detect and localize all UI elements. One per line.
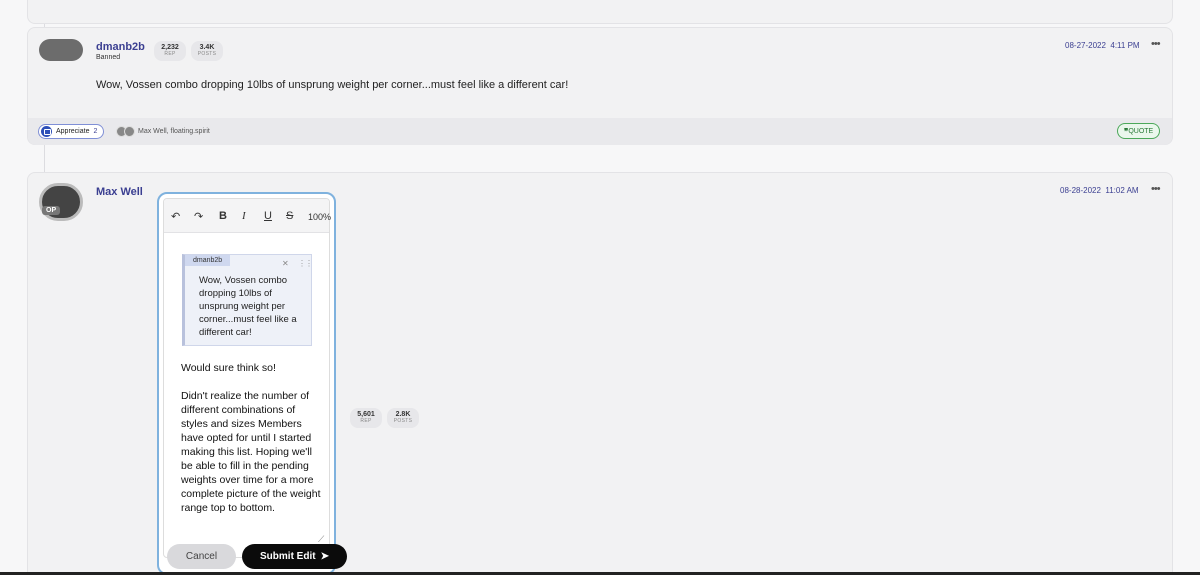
editor-box: ↶ ↷ B I U S 100% dmanb2b ✕ ⋮⋮ Wow, Vosse… xyxy=(163,198,331,558)
cancel-button[interactable]: Cancel xyxy=(167,544,236,569)
quote-button[interactable]: ❞ QUOTE xyxy=(1117,123,1161,139)
avatar xyxy=(124,126,135,137)
posts-value: 3.4K xyxy=(199,44,215,51)
send-icon: ➤ xyxy=(320,551,329,562)
posts-stat: 2.8K POSTS xyxy=(387,408,419,428)
appreciate-icon xyxy=(41,126,52,137)
quote-block[interactable]: dmanb2b ✕ ⋮⋮ Wow, Vossen combo dropping … xyxy=(182,254,313,346)
thread-connector xyxy=(44,145,45,172)
quote-label: QUOTE xyxy=(1128,127,1154,135)
quote-text: Wow, Vossen combo dropping 10lbs of unsp… xyxy=(199,275,297,338)
edit-post-editor: ↶ ↷ B I U S 100% dmanb2b ✕ ⋮⋮ Wow, Vosse… xyxy=(157,192,336,575)
strikethrough-button[interactable]: S xyxy=(286,210,293,222)
rep-value: 2,232 xyxy=(161,44,179,51)
post-date-day: 08-28-2022 xyxy=(1060,186,1101,195)
editor-paragraph: Didn't realize the number of different c… xyxy=(181,390,321,514)
op-badge: OP xyxy=(42,206,61,215)
appreciate-button[interactable]: Appreciate 2 xyxy=(38,124,105,139)
reactor-avatars[interactable] xyxy=(116,126,135,137)
user-role: Banned xyxy=(96,54,121,61)
italic-button[interactable]: I xyxy=(242,210,246,222)
appreciate-count: 2 xyxy=(93,128,98,135)
posts-value: 2.8K xyxy=(395,411,411,418)
submit-label: Submit Edit xyxy=(260,551,316,562)
posts-label: POSTS xyxy=(197,51,217,57)
post-username[interactable]: Max Well xyxy=(96,186,143,198)
previous-post-card xyxy=(27,0,1173,24)
post-date-time: 4:11 PM xyxy=(1110,41,1140,50)
rep-stat: 5,601 REP xyxy=(350,408,382,428)
posts-label: POSTS xyxy=(393,418,413,424)
bold-button[interactable]: B xyxy=(219,210,227,222)
appreciate-label: Appreciate xyxy=(56,128,90,135)
editor-textarea[interactable]: Would sure think so! Didn't realize the … xyxy=(181,361,321,529)
posts-stat: 3.4K POSTS xyxy=(191,41,223,61)
underline-button[interactable]: U xyxy=(264,210,272,222)
rep-label: REP xyxy=(164,51,176,57)
post-date-time: 11:02 AM xyxy=(1105,186,1139,195)
post-date[interactable]: 08-28-2022 11:02 AM xyxy=(1060,186,1139,195)
editor-toolbar: ↶ ↷ B I U S 100% xyxy=(164,199,331,233)
more-options-icon[interactable]: ••• xyxy=(1151,183,1161,195)
undo-icon[interactable]: ↶ xyxy=(171,210,180,223)
post-body: Wow, Vossen combo dropping 10lbs of unsp… xyxy=(96,79,569,91)
post-dmanb2b: dmanb2b Banned 2,232 REP 3.4K POSTS 08-2… xyxy=(27,27,1173,145)
drag-handle-icon[interactable]: ⋮⋮ xyxy=(298,259,313,268)
rep-value: 5,601 xyxy=(357,411,375,418)
quote-author: dmanb2b xyxy=(185,255,231,266)
editor-paragraph: Would sure think so! xyxy=(181,362,276,374)
redo-icon[interactable]: ↷ xyxy=(194,210,203,223)
more-options-icon[interactable]: ••• xyxy=(1151,38,1161,50)
zoom-level[interactable]: 100% xyxy=(308,212,331,222)
rep-label: REP xyxy=(360,418,372,424)
avatar[interactable] xyxy=(39,39,83,61)
reactor-names[interactable]: Max Well, floating.spirit xyxy=(138,128,210,135)
rep-stat: 2,232 REP xyxy=(154,41,186,61)
submit-edit-button[interactable]: Submit Edit ➤ xyxy=(242,544,347,569)
post-date[interactable]: 08-27-2022 4:11 PM xyxy=(1065,41,1140,50)
avatar[interactable] xyxy=(39,183,83,221)
close-icon[interactable]: ✕ xyxy=(282,259,289,268)
post-date-day: 08-27-2022 xyxy=(1065,41,1106,50)
reactions-bar: Appreciate 2 Max Well, floating.spirit ❞… xyxy=(28,118,1172,145)
post-username[interactable]: dmanb2b xyxy=(96,41,145,53)
